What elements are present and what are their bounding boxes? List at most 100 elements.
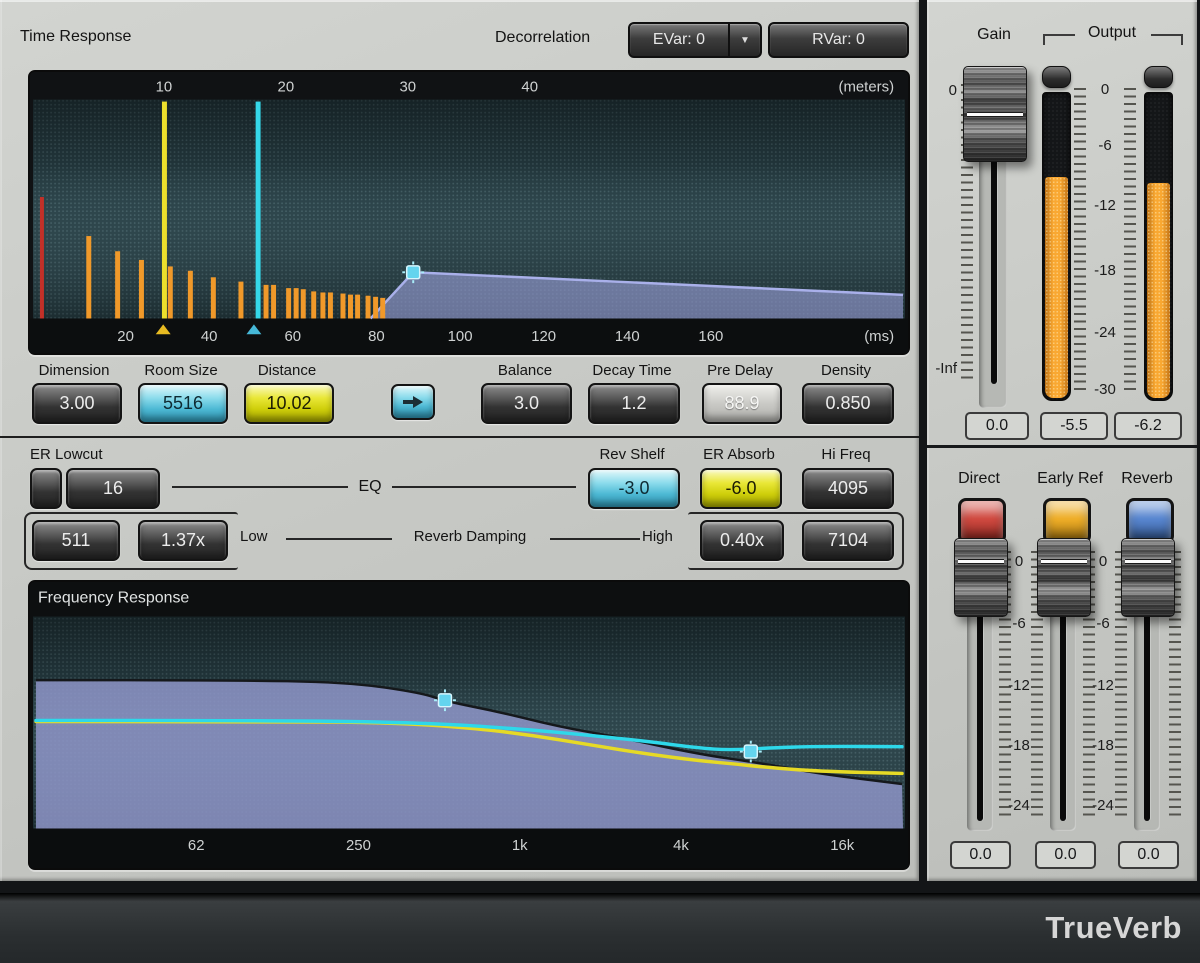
output-meter-left (1042, 92, 1071, 401)
svg-text:4k: 4k (673, 838, 689, 854)
damping-high-ratio-button[interactable]: 0.40x (700, 520, 784, 561)
balance-value-button[interactable]: 3.0 (481, 383, 572, 424)
distance-value-button[interactable]: 10.02 (244, 383, 334, 424)
trueverb-plugin-window: Time Response Decorrelation EVar: 0 ▼ RV… (0, 0, 1200, 963)
gain-output-section: Gain Output 0 -Inf 0 -6 -12 (927, 0, 1197, 448)
damping-low-label: Low (240, 528, 280, 545)
rvar-button[interactable]: RVar: 0 (768, 22, 909, 58)
gain-fader-knob[interactable] (963, 66, 1027, 162)
dimension-value-button[interactable]: 3.00 (32, 383, 122, 424)
meter-scale-18: -18 (1085, 262, 1125, 279)
reverb-fader-knob[interactable] (1121, 538, 1175, 617)
meter-ticks-left (1074, 88, 1086, 392)
mixer-scale1-6: -6 (1001, 615, 1037, 632)
svg-text:140: 140 (615, 329, 640, 345)
er-lowcut-toggle-button[interactable] (30, 468, 62, 509)
svg-text:250: 250 (346, 838, 371, 854)
reverb-damping-title: Reverb Damping (396, 528, 544, 545)
output-right-readout: -6.2 (1114, 412, 1182, 440)
eq-line-left (172, 486, 348, 488)
link-arrow-button[interactable] (391, 384, 435, 420)
output-meter-right-fill (1147, 183, 1170, 398)
mixer-section: Direct Early Ref Reverb 0 -6 -12 -18 -24… (927, 448, 1197, 881)
svg-text:100: 100 (448, 329, 473, 345)
damping-low-ratio-button[interactable]: 1.37x (138, 520, 228, 561)
chevron-down-icon[interactable]: ▼ (728, 24, 760, 56)
mixer-scale2-24: -24 (1085, 797, 1121, 814)
output-label: Output (1075, 24, 1149, 42)
meter-left-cap (1042, 66, 1071, 88)
mixer-scale2-6: -6 (1085, 615, 1121, 632)
evar-dropdown[interactable]: EVar: 0 ▼ (628, 22, 762, 58)
svg-text:10: 10 (156, 80, 173, 96)
early-ref-fader-knob[interactable] (1037, 538, 1091, 617)
pre-delay-value-button[interactable]: 88.9 (702, 383, 782, 424)
svg-text:16k: 16k (830, 838, 855, 854)
dimension-label: Dimension (30, 362, 118, 379)
damping-low-freq-button[interactable]: 511 (32, 520, 120, 561)
eq-label: EQ (352, 478, 388, 496)
section-divider (0, 436, 919, 438)
er-lowcut-label: ER Lowcut (30, 446, 103, 463)
svg-text:(meters): (meters) (838, 80, 894, 96)
direct-fader-knob[interactable] (954, 538, 1008, 617)
meter-scale-12: -12 (1085, 197, 1125, 214)
hi-freq-value-button[interactable]: 4095 (802, 468, 894, 509)
room-size-label: Room Size (136, 362, 226, 379)
svg-text:(ms): (ms) (864, 329, 894, 345)
gain-readout: 0.0 (965, 412, 1029, 440)
early-ref-knob-line (1041, 560, 1087, 563)
early-ref-label: Early Ref (1027, 470, 1113, 488)
output-meter-right (1144, 92, 1173, 401)
output-bracket-right (1151, 34, 1183, 45)
brand-logo: TrueVerb (1045, 910, 1182, 946)
room-size-value-button[interactable]: 5516 (138, 383, 228, 424)
mixer-scale1-18: -18 (1001, 737, 1037, 754)
rvar-value: RVar: 0 (770, 31, 907, 49)
direct-knob-line (958, 560, 1004, 563)
er-absorb-label: ER Absorb (700, 446, 778, 463)
meter-scale-6: -6 (1085, 137, 1125, 154)
density-value-button[interactable]: 0.850 (802, 383, 894, 424)
svg-text:120: 120 (531, 329, 556, 345)
damping-high-label: High (642, 528, 686, 545)
er-lowcut-value-button[interactable]: 16 (66, 468, 160, 509)
mixer-scale2-12: -12 (1085, 677, 1121, 694)
output-left-readout: -5.5 (1040, 412, 1108, 440)
reverb-label: Reverb (1107, 470, 1187, 488)
time-response-graph: 10203040(meters)20406080100120140160(ms) (28, 70, 910, 355)
output-meter-left-fill (1045, 177, 1068, 398)
evar-value: EVar: 0 (630, 31, 728, 49)
main-panel: Time Response Decorrelation EVar: 0 ▼ RV… (0, 0, 919, 881)
mixer-scale2-18: -18 (1085, 737, 1121, 754)
mixer-scale1-24: -24 (1001, 797, 1037, 814)
svg-text:30: 30 (399, 80, 416, 96)
svg-text:60: 60 (284, 329, 301, 345)
gain-label: Gain (961, 26, 1027, 44)
decay-time-value-button[interactable]: 1.2 (588, 383, 680, 424)
svg-text:20: 20 (278, 80, 295, 96)
balance-label: Balance (482, 362, 568, 379)
meter-right-cap (1144, 66, 1173, 88)
decay-time-label: Decay Time (584, 362, 680, 379)
meter-scale-30: -30 (1085, 381, 1125, 398)
output-bracket-left (1043, 34, 1075, 45)
eq-line-right (392, 486, 576, 488)
damping-high-freq-button[interactable]: 7104 (802, 520, 894, 561)
svg-text:160: 160 (698, 329, 723, 345)
distance-label: Distance (243, 362, 331, 379)
svg-text:80: 80 (368, 329, 385, 345)
svg-text:20: 20 (117, 329, 134, 345)
pre-delay-label: Pre Delay (698, 362, 782, 379)
hi-freq-label: Hi Freq (802, 446, 890, 463)
direct-readout: 0.0 (950, 841, 1011, 869)
rev-shelf-value-button[interactable]: -3.0 (588, 468, 680, 509)
gain-knob-line (967, 113, 1023, 116)
frequency-response-title: Frequency Response (38, 590, 189, 607)
damping-line-left (286, 538, 392, 540)
gain-scale-zero: 0 (933, 82, 957, 99)
rev-shelf-label: Rev Shelf (588, 446, 676, 463)
reverb-knob-line (1125, 560, 1171, 563)
er-absorb-value-button[interactable]: -6.0 (700, 468, 782, 509)
reverb-readout: 0.0 (1118, 841, 1179, 869)
